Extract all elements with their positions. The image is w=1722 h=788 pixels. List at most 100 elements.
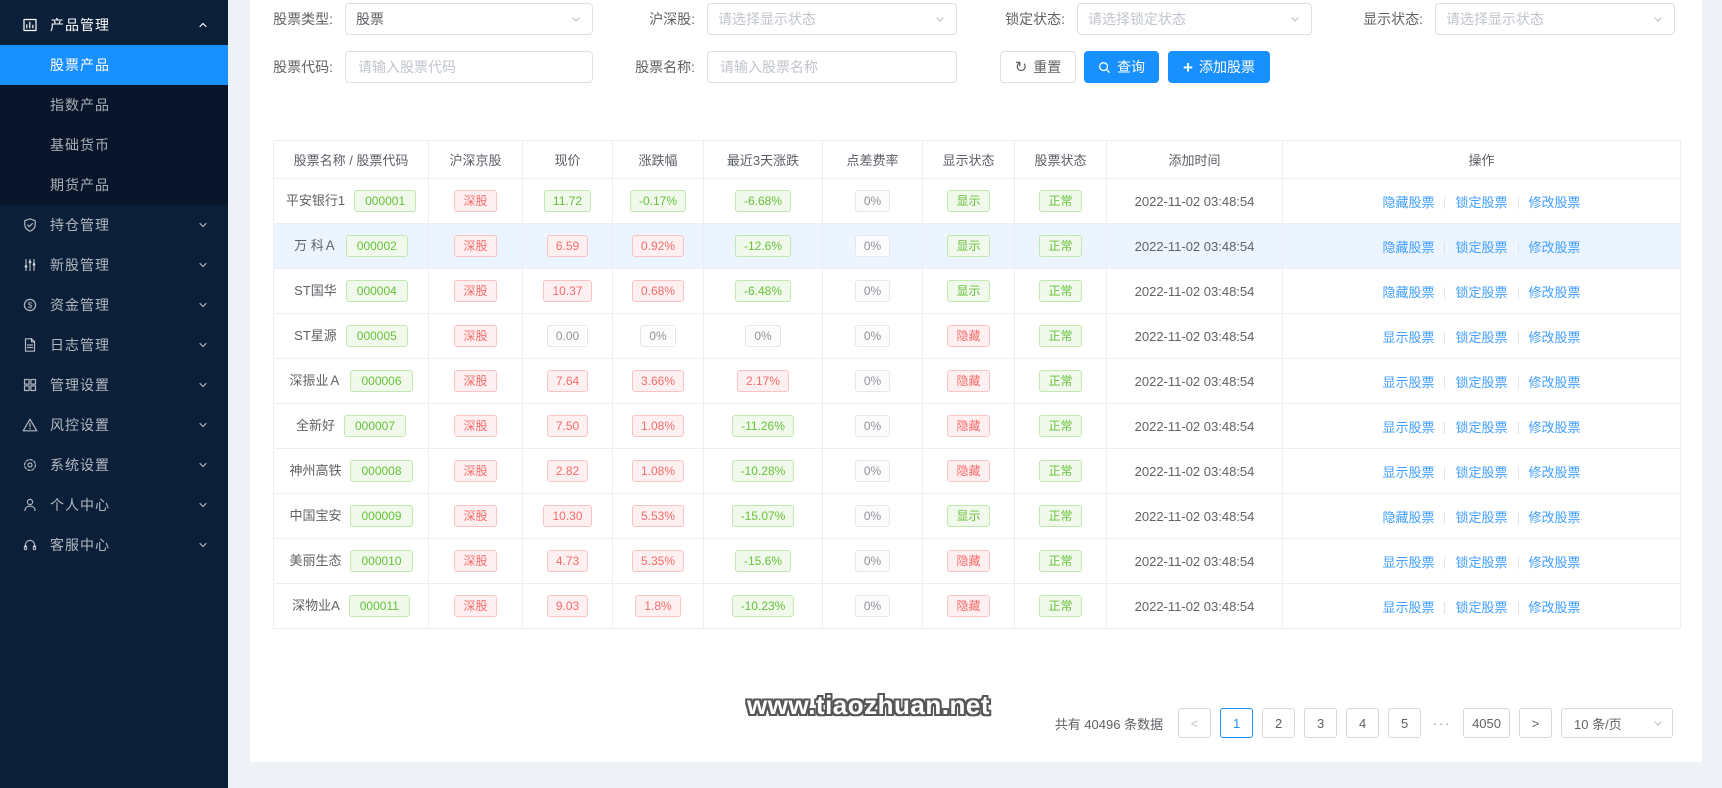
action-link[interactable]: 锁定股票 <box>1455 600 1507 615</box>
action-separator <box>1444 601 1446 614</box>
action-link[interactable]: 修改股票 <box>1529 330 1581 345</box>
action-link[interactable]: 修改股票 <box>1529 510 1581 525</box>
sidebar-subitem[interactable]: 期货产品 <box>0 165 228 205</box>
action-separator <box>1517 556 1519 569</box>
sidebar-item-label: 日志管理 <box>50 337 110 353</box>
sidebar-subitem[interactable]: 股票产品 <box>0 45 228 85</box>
action-link[interactable]: 修改股票 <box>1529 555 1581 570</box>
display-status-badge: 隐藏 <box>947 370 990 392</box>
lock-status-select[interactable]: 请选择锁定状态 <box>1077 3 1312 35</box>
page-button[interactable]: 5 <box>1388 708 1422 738</box>
action-link[interactable]: 隐藏股票 <box>1382 285 1434 300</box>
price-badge: 4.73 <box>546 550 589 572</box>
action-link[interactable]: 修改股票 <box>1529 240 1581 255</box>
spread-rate-badge: 0% <box>854 550 891 572</box>
page-button[interactable]: 2 <box>1262 708 1296 738</box>
chevron-down-icon <box>1289 13 1301 25</box>
stock-code-label: 股票代码: <box>273 59 333 75</box>
next-page-button[interactable]: > <box>1519 708 1552 738</box>
sidebar-item[interactable]: 产品管理 <box>0 5 228 45</box>
action-link[interactable]: 锁定股票 <box>1455 240 1507 255</box>
sidebar-item[interactable]: 系统设置 <box>0 445 228 485</box>
action-link[interactable]: 隐藏股票 <box>1382 195 1434 210</box>
actions-cell: 显示股票 锁定股票 修改股票 <box>1282 448 1681 494</box>
sidebar-item[interactable]: 管理设置 <box>0 365 228 405</box>
stock-name-cell: 中国宝安 000009 <box>273 493 429 539</box>
change-cell: 0.92% <box>612 223 704 269</box>
action-link[interactable]: 锁定股票 <box>1455 375 1507 390</box>
chevron-down-icon <box>570 13 582 25</box>
spread-rate-cell: 0% <box>822 583 923 629</box>
action-link[interactable]: 修改股票 <box>1529 285 1581 300</box>
reset-button[interactable]: ↻ 重置 <box>1000 51 1076 83</box>
page-button[interactable]: 4050 <box>1463 708 1510 738</box>
actions-cell: 隐藏股票 锁定股票 修改股票 <box>1282 178 1681 224</box>
action-link[interactable]: 显示股票 <box>1382 555 1434 570</box>
action-link[interactable]: 显示股票 <box>1382 600 1434 615</box>
sidebar-item[interactable]: 客服中心 <box>0 525 228 565</box>
search-button[interactable]: 查询 <box>1084 51 1159 83</box>
stock-name: 深振业Ａ <box>289 373 342 388</box>
change-3d-badge: -6.48% <box>734 280 792 302</box>
stock-type-select[interactable]: 股票 <box>345 3 593 35</box>
sidebar-item[interactable]: 日志管理 <box>0 325 228 365</box>
spread-rate-badge: 0% <box>854 190 891 212</box>
sidebar-subitem[interactable]: 基础货币 <box>0 125 228 165</box>
action-link[interactable]: 修改股票 <box>1529 465 1581 480</box>
action-link[interactable]: 隐藏股票 <box>1382 240 1434 255</box>
market-cell: 深股 <box>428 268 523 314</box>
stock-status-badge: 正常 <box>1039 505 1082 527</box>
prev-page-button[interactable]: < <box>1178 708 1212 738</box>
action-link[interactable]: 锁定股票 <box>1455 420 1507 435</box>
page-button[interactable]: 4 <box>1346 708 1380 738</box>
sidebar-subitem[interactable]: 指数产品 <box>0 85 228 125</box>
spread-rate-cell: 0% <box>822 403 923 449</box>
column-header: 沪深京股 <box>428 140 523 179</box>
action-link[interactable]: 锁定股票 <box>1455 465 1507 480</box>
price-badge: 6.59 <box>546 235 589 257</box>
price-badge: 2.82 <box>546 460 589 482</box>
price-badge: 7.50 <box>546 415 589 437</box>
action-link[interactable]: 锁定股票 <box>1455 285 1507 300</box>
action-link[interactable]: 修改股票 <box>1529 600 1581 615</box>
sliders-icon <box>22 257 39 274</box>
sidebar-item[interactable]: 持仓管理 <box>0 205 228 245</box>
action-link[interactable]: 显示股票 <box>1382 465 1434 480</box>
filter-row-2: 股票代码: 股票名称: ↻ 重置 查询 + 添加股票 <box>270 51 1702 83</box>
stock-name: ST星源 <box>294 328 337 343</box>
page-size-select[interactable]: 10 条/页 <box>1561 708 1673 738</box>
lock-status-placeholder: 请选择锁定状态 <box>1088 11 1186 27</box>
sidebar-item[interactable]: 新股管理 <box>0 245 228 285</box>
sidebar-item[interactable]: 个人中心 <box>0 485 228 525</box>
action-link[interactable]: 显示股票 <box>1382 375 1434 390</box>
sidebar-item[interactable]: $ 资金管理 <box>0 285 228 325</box>
stock-name: 万 科Ａ <box>294 238 337 253</box>
action-link[interactable]: 修改股票 <box>1529 195 1581 210</box>
page-ellipsis[interactable]: ··· <box>1430 716 1454 731</box>
action-link[interactable]: 显示股票 <box>1382 420 1434 435</box>
hs-market-select[interactable]: 请选择显示状态 <box>707 3 957 35</box>
display-status-badge: 显示 <box>947 190 990 212</box>
action-link[interactable]: 锁定股票 <box>1455 510 1507 525</box>
action-link[interactable]: 锁定股票 <box>1455 555 1507 570</box>
page-button[interactable]: 1 <box>1220 708 1254 738</box>
display-status-badge: 隐藏 <box>947 325 990 347</box>
sidebar-menu: 产品管理 股票产品 指数产品 基础货币 期货产品 持仓管理 新股管理 $ 资金管理日志管理管理设… <box>0 5 228 565</box>
add-stock-button[interactable]: + 添加股票 <box>1168 51 1270 83</box>
spread-rate-badge: 0% <box>854 325 891 347</box>
stock-name-cell: 神州高铁 000008 <box>273 448 429 494</box>
sidebar-item[interactable]: 风控设置 <box>0 405 228 445</box>
stock-name-input[interactable] <box>707 51 957 83</box>
chevron-down-icon <box>934 13 946 25</box>
sidebar-item-label: 管理设置 <box>50 377 110 393</box>
sidebar: 产品管理 股票产品 指数产品 基础货币 期货产品 持仓管理 新股管理 $ 资金管理日志管理管理设… <box>0 0 228 788</box>
action-link[interactable]: 显示股票 <box>1382 330 1434 345</box>
action-link[interactable]: 修改股票 <box>1529 375 1581 390</box>
action-link[interactable]: 锁定股票 <box>1455 195 1507 210</box>
action-link[interactable]: 修改股票 <box>1529 420 1581 435</box>
stock-code-input[interactable] <box>345 51 593 83</box>
display-status-select[interactable]: 请选择显示状态 <box>1435 3 1675 35</box>
page-button[interactable]: 3 <box>1304 708 1338 738</box>
action-link[interactable]: 隐藏股票 <box>1382 510 1434 525</box>
action-link[interactable]: 锁定股票 <box>1455 330 1507 345</box>
